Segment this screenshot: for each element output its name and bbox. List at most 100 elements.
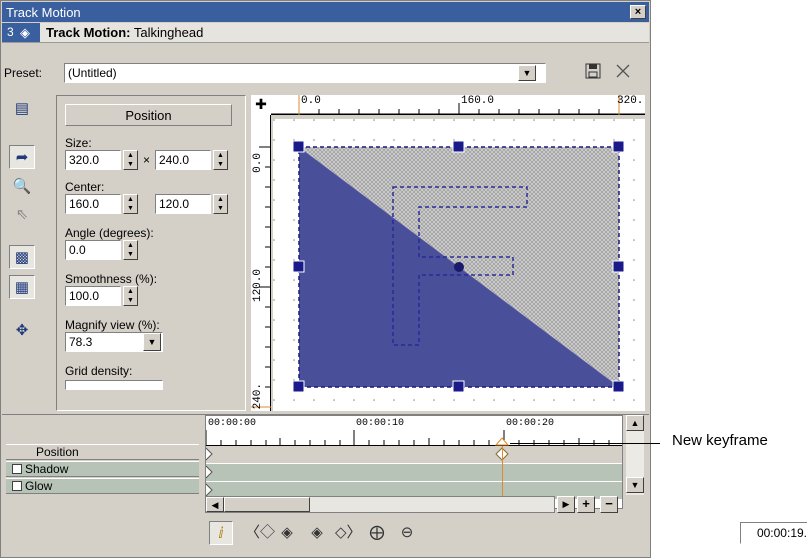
last-keyframe-icon: ◇〉 <box>335 524 362 541</box>
zoom-out-button[interactable]: − <box>600 496 618 513</box>
previous-keyframe-button[interactable]: ◈ <box>275 521 299 545</box>
ruler-top-320: 320. <box>617 95 644 107</box>
timeline-vertical-scrollbar[interactable]: ▲ ▼ <box>626 415 644 495</box>
object-space-icon: ▩ <box>14 249 30 266</box>
height-spinner[interactable]: ▲ ▼ <box>213 150 228 170</box>
grid-density-label: Grid density: <box>65 364 133 378</box>
center-x-field[interactable]: 160.0 <box>65 194 121 214</box>
track-motion-window: Track Motion × 3 ◈ Track Motion: Talking… <box>0 0 807 558</box>
shadow-keyframes <box>205 465 213 479</box>
track-number-badge: 3 ◈ <box>2 23 40 42</box>
preset-label: Preset: <box>4 66 43 80</box>
disk-icon <box>585 63 601 79</box>
center-y-field[interactable]: 120.0 <box>155 194 211 214</box>
prevent-movement-tool[interactable]: ▦ <box>9 275 35 299</box>
ruler-top-160: 160.0 <box>461 95 495 107</box>
timeline-horizontal-scrollbar[interactable]: ◀ <box>205 496 555 513</box>
next-keyframe-icon: ◈ <box>311 524 323 541</box>
keyframe-controller: Position Shadow Glow 00:00:00 00:00:10 0… <box>2 414 807 557</box>
magnify-dropdown-button[interactable]: ▼ <box>143 333 161 351</box>
track-label-position: Position <box>36 445 79 459</box>
motion-preview[interactable] <box>273 119 645 411</box>
timeline-ticks <box>206 430 610 446</box>
panel-icon: ▤ <box>14 100 30 117</box>
magnify-value: 78.3 <box>69 335 93 349</box>
ruler-left-0: 0.0 <box>252 153 264 173</box>
new-keyframe-callout: New keyframe <box>672 432 768 449</box>
edit-in-object-space-tool[interactable]: ▩ <box>9 245 35 269</box>
zoom-in-button[interactable]: + <box>577 496 595 513</box>
track-row-position[interactable]: Position <box>6 444 199 460</box>
grid-density-field[interactable] <box>65 380 163 390</box>
preset-value: (Untitled) <box>68 66 117 80</box>
center-y-spinner[interactable]: ▲ ▼ <box>213 194 228 214</box>
move-arrows-icon: ✥ <box>15 322 29 339</box>
center-x-spinner[interactable]: ▲ ▼ <box>123 194 138 214</box>
add-keyframe-icon: ⨁ <box>369 524 385 541</box>
glow-checkbox[interactable] <box>12 481 22 491</box>
width-spinner[interactable]: ▲ ▼ <box>123 150 138 170</box>
window-title: Track Motion <box>6 5 81 20</box>
angle-label: Angle (degrees): <box>65 226 154 240</box>
position-lane[interactable] <box>205 446 622 463</box>
height-field[interactable]: 240.0 <box>155 150 211 170</box>
sync-cursor-icon: ⅈ <box>218 525 224 542</box>
top-ruler: 0.0 160.0 320. <box>271 95 645 115</box>
angle-spinner[interactable]: ▲ ▼ <box>123 240 138 260</box>
smoothness-spinner[interactable]: ▲ ▼ <box>123 286 138 306</box>
ruler-left-120: 120.0 <box>252 269 264 303</box>
sync-cursor-button[interactable]: ⅈ <box>209 521 233 545</box>
preset-dropdown-button[interactable]: ▼ <box>518 65 536 81</box>
track-motion-icon: ◈ <box>20 25 30 40</box>
cursor-time-field[interactable]: 00:00:19.400 <box>740 522 807 544</box>
delete-keyframe-button[interactable]: ⊖ <box>395 521 419 545</box>
keyframe-toolbar: ⅈ 〈◇ ◈ ◈ ◇〉 ⨁ ⊖ 00:00:19.400 <box>205 515 807 551</box>
scroll-up-button[interactable]: ▲ <box>626 415 644 431</box>
select-icon: ⇖ <box>15 206 29 223</box>
scroll-left-button[interactable]: ◀ <box>206 497 224 512</box>
settings-panel-toggle[interactable]: ▤ <box>9 97 35 121</box>
center-label: Center: <box>65 180 105 194</box>
angle-field[interactable]: 0.0 <box>65 240 121 260</box>
ruler-left-240: 240. <box>252 383 264 410</box>
first-keyframe-button[interactable]: 〈◇ <box>245 521 275 545</box>
preset-select[interactable]: (Untitled) <box>64 63 546 83</box>
timeline-ruler: 00:00:00 00:00:10 00:00:20 <box>206 416 622 446</box>
position-header[interactable]: Position <box>65 104 232 126</box>
shadow-checkbox[interactable] <box>12 464 22 474</box>
move-tool[interactable]: ✥ <box>9 319 35 343</box>
zoom-tool[interactable]: 🔍 <box>9 175 35 199</box>
track-row-shadow[interactable]: Shadow <box>6 461 199 477</box>
track-row-glow[interactable]: Glow <box>6 478 199 494</box>
previous-keyframe-icon: ◈ <box>281 524 293 541</box>
normal-edit-tool[interactable]: ➦ <box>9 145 35 169</box>
magnify-label: Magnify view (%): <box>65 318 160 332</box>
scroll-down-button[interactable]: ▼ <box>626 477 644 493</box>
close-button[interactable]: × <box>630 5 646 19</box>
delete-keyframe-icon: ⊖ <box>400 524 414 541</box>
last-keyframe-button[interactable]: ◇〉 <box>335 521 362 545</box>
selection-tool[interactable]: ⇖ <box>9 203 35 227</box>
width-field[interactable]: 320.0 <box>65 150 121 170</box>
track-label-shadow: Shadow <box>25 462 69 476</box>
ruler-origin-icon[interactable]: ✚ <box>251 95 271 115</box>
callout-line <box>510 443 660 444</box>
smoothness-field[interactable]: 100.0 <box>65 286 121 306</box>
position-panel: Position Size: 320.0 ▲ ▼ × 240.0 ▲ ▼ Cente… <box>56 95 246 411</box>
arrow-cursor-icon: ➦ <box>15 149 29 166</box>
scroll-thumb[interactable] <box>224 497 310 512</box>
timeline[interactable]: 00:00:00 00:00:10 00:00:20 <box>205 415 623 510</box>
magnifier-icon: 🔍 <box>12 178 32 195</box>
shadow-lane[interactable] <box>205 464 622 481</box>
track-title-label: Track Motion: <box>46 25 131 40</box>
track-name: Talkinghead <box>133 25 204 40</box>
save-preset-button[interactable] <box>583 63 603 83</box>
motion-canvas-area: ✚ 0.0 160.0 320. 0.0 120.0 240. <box>251 95 647 411</box>
title-bar[interactable]: Track Motion × <box>2 2 649 22</box>
scroll-right-button[interactable]: ▶ <box>557 496 575 513</box>
delete-preset-button[interactable] <box>613 63 633 83</box>
next-keyframe-button[interactable]: ◈ <box>305 521 329 545</box>
size-label: Size: <box>65 136 92 150</box>
times-sign: × <box>143 153 151 167</box>
add-keyframe-button[interactable]: ⨁ <box>365 521 389 545</box>
